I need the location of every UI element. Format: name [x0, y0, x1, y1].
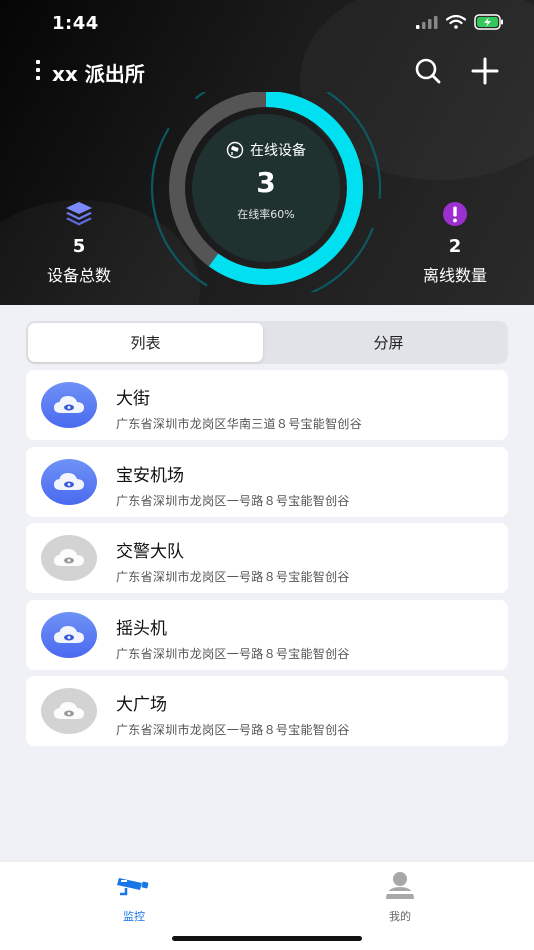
cloud-camera-icon: [54, 625, 84, 643]
device-name: 摇头机: [116, 618, 167, 639]
device-address: 广东省深圳市龙岗区一号路８号宝能智创谷: [116, 723, 350, 737]
device-status-avatar: [41, 458, 97, 505]
status-time: 1:44: [52, 13, 99, 34]
battery-charging-icon: [474, 14, 503, 30]
stat-offline-devices: 2 离线数量: [395, 200, 515, 286]
search-icon[interactable]: [413, 56, 443, 86]
cloud-camera-icon: [54, 396, 84, 413]
station-title[interactable]: xx 派出所: [52, 58, 145, 87]
view-switcher: 列表 分屏: [26, 321, 508, 364]
tab-list[interactable]: 列表: [28, 323, 263, 362]
home-indicator: [172, 936, 362, 941]
tab-mine-label: 我的: [389, 910, 411, 923]
device-list-item[interactable]: 摇头机 广东省深圳市龙岗区一号路８号宝能智创谷: [26, 599, 508, 670]
cloud-camera-icon: [54, 549, 84, 566]
gauge-center: 在线设备 3 在线率60%: [190, 140, 342, 222]
device-status-avatar: [41, 535, 97, 581]
cloud-camera-icon: [54, 702, 84, 719]
menu-icon[interactable]: [36, 60, 42, 80]
device-address: 广东省深圳市龙岗区一号路８号宝能智创谷: [116, 646, 350, 661]
device-list-item[interactable]: 宝安机场 广东省深圳市龙岗区一号路８号宝能智创谷: [26, 446, 508, 517]
status-bar: 1:44: [0, 0, 534, 48]
title-bar: xx 派出所: [0, 52, 534, 88]
alert-icon: [443, 202, 467, 226]
device-list: 大街 广东省深圳市龙岗区华南三道８号宝能智创谷 宝安机场 广东省深圳市龙岗区一号…: [26, 370, 508, 753]
device-address: 广东省深圳市龙岗区一号路８号宝能智创谷: [116, 570, 350, 584]
status-icons: [416, 14, 504, 30]
device-status-avatar: [41, 611, 97, 658]
layers-icon: [66, 202, 92, 226]
cloud-camera-icon: [54, 472, 84, 490]
device-address: 广东省深圳市龙岗区华南三道８号宝能智创谷: [116, 417, 363, 431]
gauge-label: 在线设备: [250, 143, 306, 159]
tab-split-screen[interactable]: 分屏: [271, 323, 506, 362]
device-status-avatar: [41, 688, 97, 734]
device-name: 宝安机场: [116, 465, 184, 486]
online-count: 3: [256, 166, 276, 199]
total-label: 设备总数: [46, 266, 111, 285]
online-rate: 在线率60%: [237, 208, 295, 221]
camera-icon: [226, 141, 244, 159]
add-icon[interactable]: [470, 56, 500, 86]
tab-monitor-label: 监控: [123, 910, 145, 923]
wifi-icon: [446, 15, 466, 29]
gauge-label-row: 在线设备: [190, 140, 342, 160]
device-list-item[interactable]: 交警大队 广东省深圳市龙岗区一号路８号宝能智创谷: [26, 523, 508, 593]
tab-mine[interactable]: 我的: [350, 870, 450, 924]
total-count: 5: [72, 236, 86, 257]
offline-count: 2: [448, 236, 462, 257]
tab-monitor[interactable]: 监控: [84, 870, 184, 924]
cellular-signal-icon: [416, 16, 438, 29]
device-list-item[interactable]: 大街 广东省深圳市龙岗区华南三道８号宝能智创谷: [26, 370, 508, 440]
user-icon: [386, 872, 414, 899]
device-name: 交警大队: [116, 542, 184, 562]
cctv-camera-icon: [117, 878, 149, 896]
stat-total-devices: 5 设备总数: [19, 200, 139, 286]
device-name: 大街: [116, 389, 150, 409]
dashboard-header: 1:44 xx 派出所 在线设备 3 在线率60% 5 设备总数 2 离线数量: [0, 0, 534, 305]
device-name: 大广场: [116, 695, 167, 715]
device-status-avatar: [41, 382, 97, 428]
device-list-item[interactable]: 大广场 广东省深圳市龙岗区一号路８号宝能智创谷: [26, 676, 508, 746]
offline-label: 离线数量: [422, 266, 487, 285]
device-address: 广东省深圳市龙岗区一号路８号宝能智创谷: [116, 493, 350, 508]
